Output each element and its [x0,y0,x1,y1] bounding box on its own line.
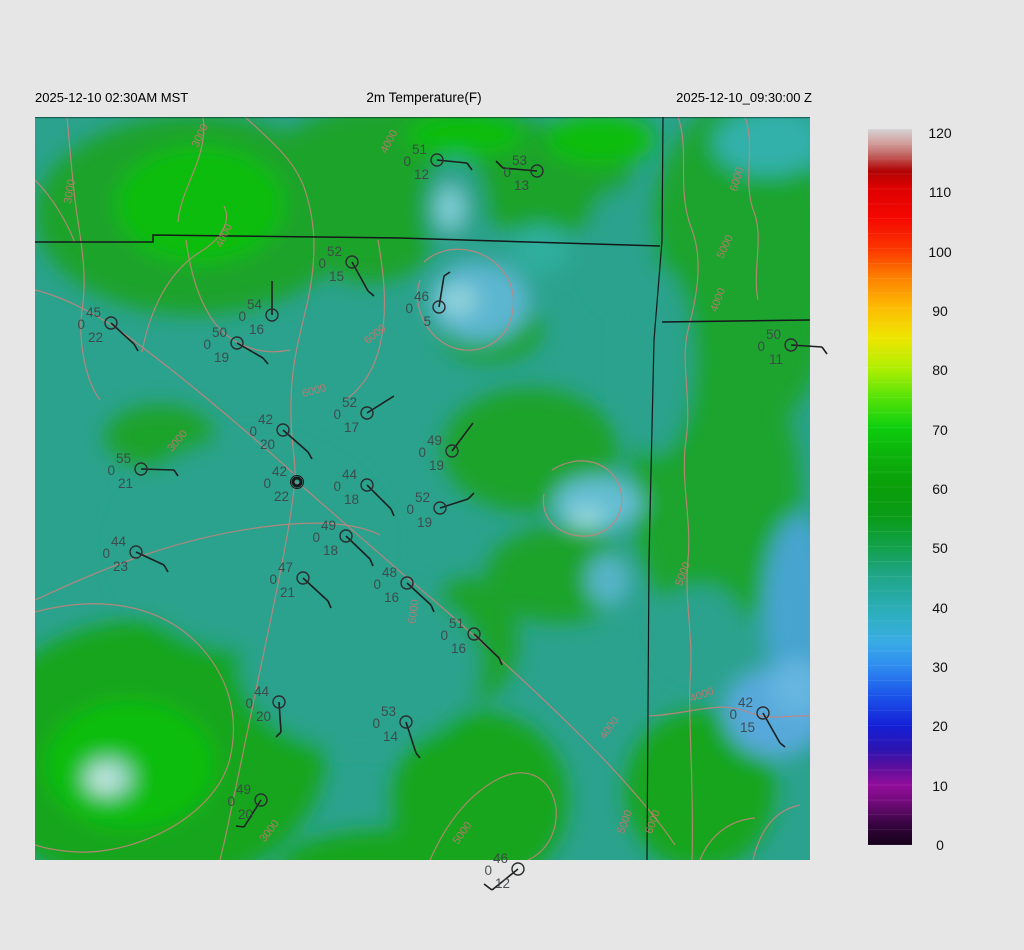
station-temperature: 53 [512,153,527,168]
station-dewpoint: 16 [249,322,264,337]
station-dewpoint: 22 [274,489,289,504]
station-aux-value: 0 [405,301,413,316]
station-dewpoint: 17 [344,420,359,435]
station-temperature: 44 [342,467,358,482]
colorbar-tick-label: 120 [928,125,951,141]
station-aux-value: 0 [77,317,85,332]
colorbar-tick-label: 80 [932,362,948,378]
station-dewpoint: 15 [740,720,755,735]
colorbar-tick-label: 30 [932,659,948,675]
station-aux-value: 0 [269,572,277,587]
colorbar-tick-label: 100 [928,244,951,260]
station-aux-value: 0 [484,863,492,878]
station-temperature: 51 [412,142,427,157]
station-aux-value: 0 [373,577,381,592]
station-dewpoint: 5 [423,314,431,329]
station-aux-value: 0 [440,628,448,643]
station-temperature: 42 [272,464,287,479]
station-aux-value: 0 [249,424,257,439]
station-dewpoint: 19 [429,458,444,473]
station-aux-value: 0 [318,256,326,271]
station-aux-value: 0 [227,794,235,809]
station-aux-value: 0 [333,407,341,422]
station-aux-value: 0 [203,337,211,352]
station-temperature: 52 [327,244,342,259]
station-temperature: 42 [738,695,753,710]
station-temperature: 45 [86,305,101,320]
station-aux-value: 0 [757,339,765,354]
station-dewpoint: 11 [769,352,783,367]
colorbar-tick-label: 50 [932,540,948,556]
colorbar-tick-label: 90 [932,303,948,319]
station-aux-value: 0 [503,165,511,180]
station-aux-value: 0 [403,154,411,169]
station-temperature: 42 [258,412,273,427]
station-dewpoint: 12 [414,167,429,182]
station-aux-value: 0 [372,716,380,731]
station-dewpoint: 22 [88,330,103,345]
station-temperature: 48 [382,565,397,580]
station-aux-value: 0 [245,696,253,711]
wind-barb [822,347,827,354]
station-aux-value: 0 [263,476,271,491]
station-dewpoint: 18 [323,543,338,558]
station-temperature: 46 [414,289,429,304]
colorbar-step-stripes [868,129,912,845]
station-dewpoint: 15 [329,269,344,284]
wind-barb [236,826,244,827]
station-dewpoint: 13 [514,178,529,193]
station-temperature: 51 [449,616,464,631]
station-temperature: 47 [278,560,293,575]
station-dewpoint: 20 [260,437,275,452]
station-dewpoint: 18 [344,492,359,507]
wind-barb [141,469,174,470]
station-dewpoint: 20 [238,807,253,822]
colorbar-tick-label: 0 [936,837,944,853]
station-dewpoint: 16 [384,590,399,605]
station-aux-value: 0 [406,502,414,517]
station-temperature: 52 [342,395,357,410]
colorbar-tick-label: 70 [932,422,948,438]
station-temperature: 55 [116,451,131,466]
station-temperature: 49 [427,433,442,448]
station-aux-value: 0 [312,530,320,545]
wind-barb [484,884,492,890]
station-temperature: 44 [254,684,270,699]
station-temperature: 49 [321,518,336,533]
station-temperature: 44 [111,534,127,549]
station-temperature: 53 [381,704,396,719]
station-temperature: 49 [236,782,251,797]
station-dewpoint: 23 [113,559,128,574]
station-aux-value: 0 [729,707,737,722]
weather-app-window: 2025-12-10 02:30AM MST 2m Temperature(F)… [0,0,1024,950]
station-dewpoint: 16 [451,641,466,656]
station-temperature: 46 [493,851,508,866]
colorbar-tick-label: 110 [929,184,951,200]
colorbar-tick-label: 10 [932,778,948,794]
station-temperature: 50 [212,325,227,340]
colorbar-tick-label: 60 [932,481,948,497]
station-temperature: 54 [247,297,263,312]
station-dewpoint: 14 [383,729,399,744]
station-aux-value: 0 [238,309,246,324]
station-dewpoint: 19 [417,515,432,530]
station-dewpoint: 20 [256,709,271,724]
station-aux-value: 0 [102,546,110,561]
station-dewpoint: 21 [280,585,295,600]
station-temperature: 52 [415,490,430,505]
station-aux-value: 0 [107,463,115,478]
station-dewpoint: 12 [495,876,510,891]
station-temperature: 50 [766,327,781,342]
station-aux-value: 0 [333,479,341,494]
colorbar-tick-label: 40 [932,600,948,616]
station-dewpoint: 19 [214,350,229,365]
station-dewpoint: 21 [118,476,133,491]
station-aux-value: 0 [418,445,426,460]
colorbar-tick-label: 20 [932,718,948,734]
